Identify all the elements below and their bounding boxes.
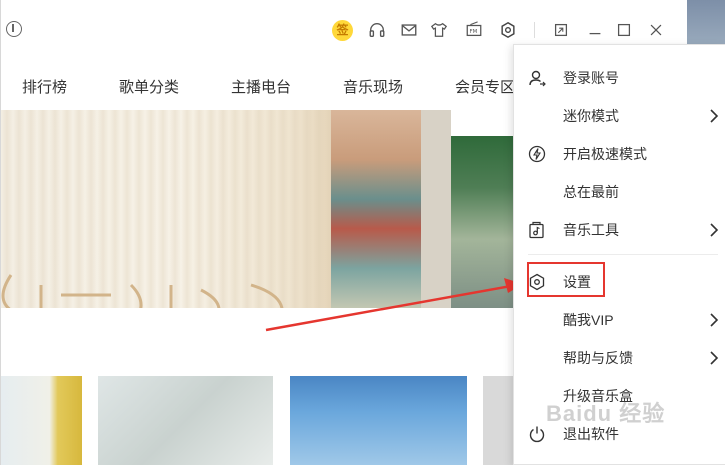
music-tool-icon [528, 221, 546, 239]
banner-script-graphic [1, 274, 284, 308]
menu-label-login: 登录账号 [563, 70, 619, 86]
menu-item-always-on-top[interactable]: 总在最前 [514, 176, 725, 208]
nav-item-radio[interactable]: 主播电台 [231, 76, 291, 97]
menu-item-speed-mode[interactable]: 开启极速模式 [514, 138, 725, 170]
menu-label-help-feedback: 帮助与反馈 [563, 350, 633, 366]
chevron-right-icon [709, 109, 719, 123]
menu-label-mini-mode: 迷你模式 [563, 108, 619, 124]
baidu-watermark: Baidu 经验 [546, 401, 666, 426]
annotation-highlight-box [527, 262, 605, 297]
radio-fm-icon[interactable]: FM [464, 20, 484, 40]
playlist-thumbnail[interactable] [290, 376, 467, 465]
titlebar-divider [534, 22, 535, 38]
chevron-right-icon [709, 351, 719, 365]
menu-item-vip[interactable]: 酷我VIP [514, 304, 725, 336]
secondary-banner[interactable] [451, 136, 513, 308]
mail-icon[interactable] [399, 20, 419, 40]
menu-item-mini-mode[interactable]: 迷你模式 [514, 100, 725, 132]
minimize-icon[interactable] [585, 20, 605, 40]
playlist-thumbnail[interactable] [1, 376, 82, 465]
promo-banner[interactable] [1, 110, 451, 308]
close-icon[interactable] [646, 20, 666, 40]
headphones-icon[interactable] [367, 20, 387, 40]
app-window: 签 FM 排行榜 歌单分类 主播电台 音乐现场 会员专区 登录账号 迷你模式 开… [0, 0, 725, 465]
maximize-icon[interactable] [614, 20, 634, 40]
banner-door-graphic [421, 110, 451, 308]
menu-label-music-tools: 音乐工具 [563, 222, 619, 238]
skin-icon[interactable] [429, 20, 449, 40]
menu-item-music-tools[interactable]: 音乐工具 [514, 214, 725, 246]
app-logo-icon[interactable] [6, 21, 22, 37]
nav-item-charts[interactable]: 排行榜 [22, 76, 67, 97]
menu-item-login[interactable]: 登录账号 [514, 62, 725, 94]
sign-in-badge[interactable]: 签 [332, 20, 353, 41]
svg-text:FM: FM [470, 29, 478, 35]
chevron-right-icon [709, 223, 719, 237]
menu-label-always-on-top: 总在最前 [563, 184, 619, 200]
mini-mode-icon[interactable] [551, 20, 571, 40]
playlist-thumbnail[interactable] [483, 376, 513, 465]
nav-item-live[interactable]: 音乐现场 [343, 76, 403, 97]
menu-divider [528, 254, 718, 255]
playlist-thumbnail[interactable] [98, 376, 273, 465]
lightning-icon [528, 145, 546, 163]
nav-item-playlists[interactable]: 歌单分类 [119, 76, 179, 97]
nav-item-vip[interactable]: 会员专区 [455, 76, 515, 97]
menu-label-speed-mode: 开启极速模式 [563, 146, 647, 162]
user-login-icon [528, 69, 546, 87]
power-icon [528, 425, 546, 443]
menu-item-help-feedback[interactable]: 帮助与反馈 [514, 342, 725, 374]
chevron-right-icon [709, 313, 719, 327]
settings-gear-icon[interactable] [498, 20, 518, 40]
menu-label-vip: 酷我VIP [563, 312, 614, 328]
